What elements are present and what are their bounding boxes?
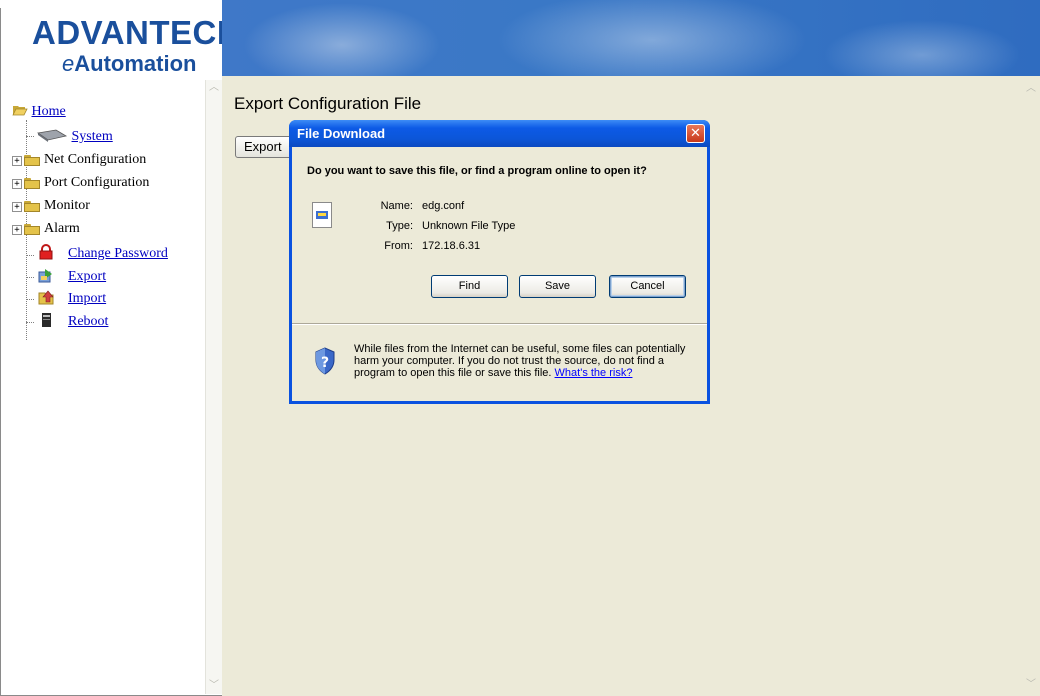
tree-branch: [26, 322, 34, 323]
save-button[interactable]: Save: [519, 275, 596, 298]
export-button[interactable]: Export: [235, 136, 295, 158]
name-label: Name:: [380, 200, 413, 212]
sidebar-item-port-configuration[interactable]: + Port Configuration: [12, 175, 149, 191]
sidebar-item-home[interactable]: Home: [12, 104, 66, 120]
tree-branch: [26, 299, 34, 300]
dialog-titlebar[interactable]: File Download ✕: [289, 120, 710, 147]
system-icon: [36, 129, 68, 142]
sidebar-item-import[interactable]: Import: [38, 289, 106, 307]
eautomation-tagline: eAutomation: [62, 51, 196, 77]
reboot-icon: [42, 313, 51, 327]
close-icon[interactable]: ✕: [686, 124, 705, 143]
port-configuration-label: Port Configuration: [44, 175, 150, 190]
sidebar-item-alarm[interactable]: + Alarm: [12, 221, 80, 237]
scroll-down-icon[interactable]: ﹀: [209, 681, 219, 691]
page-title: Export Configuration File: [234, 94, 422, 113]
monitor-label: Monitor: [44, 198, 90, 213]
import-icon: [38, 290, 54, 305]
folder-icon: [24, 201, 40, 212]
dialog-title: File Download: [297, 126, 386, 141]
expand-icon[interactable]: +: [12, 179, 22, 189]
home-link[interactable]: Home: [32, 104, 66, 119]
folder-icon: [24, 178, 40, 189]
change-password-link[interactable]: Change Password: [68, 246, 168, 261]
open-folder-icon: [12, 106, 28, 116]
scroll-up-icon[interactable]: ︿: [1026, 84, 1036, 94]
dialog-body: Do you want to save this file, or find a…: [292, 147, 707, 401]
type-value: Unknown File Type: [422, 220, 516, 232]
header-banner: [222, 0, 1040, 76]
dialog-separator: [292, 323, 707, 325]
dialog-question: Do you want to save this file, or find a…: [307, 165, 647, 177]
net-configuration-label: Net Configuration: [44, 152, 147, 167]
advantech-logo: ADVANTECH: [32, 14, 242, 51]
cancel-button[interactable]: Cancel: [609, 275, 686, 298]
whats-the-risk-link[interactable]: What's the risk?: [555, 367, 633, 379]
tagline-rest: Automation: [74, 51, 197, 76]
tree-branch: [26, 277, 34, 278]
scroll-down-icon[interactable]: ﹀: [1026, 680, 1036, 690]
sidebar-item-system[interactable]: System: [36, 128, 113, 145]
sidebar-item-net-configuration[interactable]: + Net Configuration: [12, 152, 146, 168]
sidebar-item-change-password[interactable]: Change Password: [38, 244, 168, 262]
export-link[interactable]: Export: [68, 269, 106, 284]
logo-area: ADVANTECH eAutomation: [10, 8, 241, 77]
import-link[interactable]: Import: [68, 291, 106, 306]
tagline-prefix: e: [62, 51, 75, 76]
file-icon: [312, 202, 332, 228]
find-button[interactable]: Find: [431, 275, 508, 298]
expand-icon[interactable]: +: [12, 202, 22, 212]
name-value: edg.conf: [422, 200, 465, 212]
type-label: Type:: [386, 220, 413, 232]
sidebar-scrollbar[interactable]: ︿ ﹀: [205, 80, 222, 694]
warning-text: While files from the Internet can be use…: [354, 343, 686, 379]
svg-text:?: ?: [321, 355, 329, 371]
folder-icon: [24, 155, 40, 166]
sidebar-item-export[interactable]: Export: [38, 267, 106, 285]
alarm-label: Alarm: [44, 221, 80, 236]
security-warning: While files from the Internet can be use…: [354, 343, 699, 379]
expand-icon[interactable]: +: [12, 225, 22, 235]
expand-icon[interactable]: +: [12, 156, 22, 166]
main-scrollbar[interactable]: ︿ ﹀: [1023, 76, 1039, 696]
shield-icon: ?: [315, 347, 335, 375]
from-value: 172.18.6.31: [422, 240, 481, 252]
system-link[interactable]: System: [72, 129, 113, 144]
file-download-dialog: File Download ✕ Do you want to save this…: [289, 120, 710, 404]
lock-icon: [39, 244, 53, 260]
sidebar-nav: Home System + Net Configuration + Port C…: [10, 80, 222, 694]
export-icon: [38, 269, 52, 283]
scroll-up-icon[interactable]: ︿: [209, 83, 219, 93]
tree-branch: [26, 255, 34, 256]
folder-icon: [24, 224, 40, 235]
reboot-link[interactable]: Reboot: [68, 314, 108, 329]
from-label: From:: [384, 240, 413, 252]
tree-branch: [26, 136, 34, 137]
sidebar-item-reboot[interactable]: Reboot: [38, 312, 108, 330]
sidebar-item-monitor[interactable]: + Monitor: [12, 198, 90, 214]
